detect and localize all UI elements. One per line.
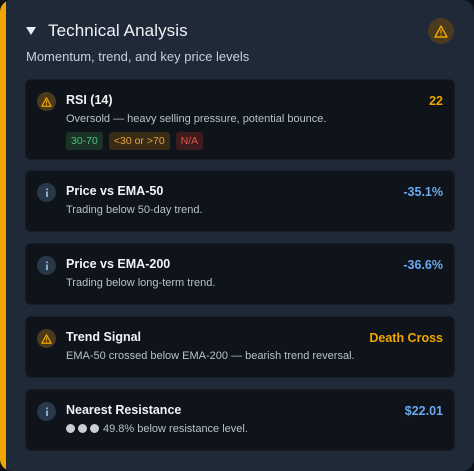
card-title: Trend Signal (66, 330, 142, 344)
nearest-resistance-card: Nearest Resistance $22.01 49.8% below re… (25, 389, 455, 451)
card-title: Price vs EMA-50 (66, 184, 164, 198)
card-description: Trading below long-term trend. (66, 277, 216, 289)
card-title: Price vs EMA-200 (66, 257, 171, 271)
card-description: Trading below 50-day trend. (66, 204, 203, 216)
technical-analysis-panel: Technical Analysis Momentum, trend, and … (0, 0, 474, 471)
card-description: EMA-50 crossed below EMA-200 — bearish t… (66, 350, 355, 362)
price-vs-ema50-card: Price vs EMA-50 -35.1% Trading below 50-… (25, 170, 455, 232)
card-value: -35.1% (403, 185, 443, 199)
badge-extreme-range: <30 or >70 (108, 132, 170, 150)
section-header[interactable]: Technical Analysis (26, 18, 458, 44)
warning-icon (37, 92, 56, 111)
rsi-card: RSI (14) 22 Oversold — heavy selling pre… (25, 79, 455, 160)
badge-normal-range: 30-70 (66, 132, 103, 150)
badge-na: N/A (175, 132, 204, 150)
strength-dot (78, 424, 87, 433)
accent-bar (0, 0, 6, 471)
card-value: 22 (429, 94, 443, 108)
card-value: Death Cross (369, 331, 443, 345)
price-vs-ema200-card: Price vs EMA-200 -36.6% Trading below lo… (25, 243, 455, 305)
info-icon (37, 256, 56, 275)
card-title: RSI (14) (66, 93, 113, 107)
section-subtitle: Momentum, trend, and key price levels (26, 49, 250, 64)
collapse-caret-icon[interactable] (26, 27, 36, 35)
strength-dots (66, 424, 99, 433)
warning-icon (428, 18, 454, 44)
card-value: $22.01 (404, 404, 443, 418)
trend-signal-card: Trend Signal Death Cross EMA-50 crossed … (25, 316, 455, 378)
rsi-range-badges: 30-70 <30 or >70 N/A (66, 132, 204, 150)
strength-dot (66, 424, 75, 433)
strength-dot (90, 424, 99, 433)
info-icon (37, 183, 56, 202)
section-title: Technical Analysis (48, 21, 188, 40)
card-description: 49.8% below resistance level. (103, 423, 248, 435)
card-description: Oversold — heavy selling pressure, poten… (66, 113, 327, 125)
card-description-row: 49.8% below resistance level. (66, 423, 248, 435)
warning-icon (37, 329, 56, 348)
info-icon (37, 402, 56, 421)
card-value: -36.6% (403, 258, 443, 272)
card-title: Nearest Resistance (66, 403, 182, 417)
